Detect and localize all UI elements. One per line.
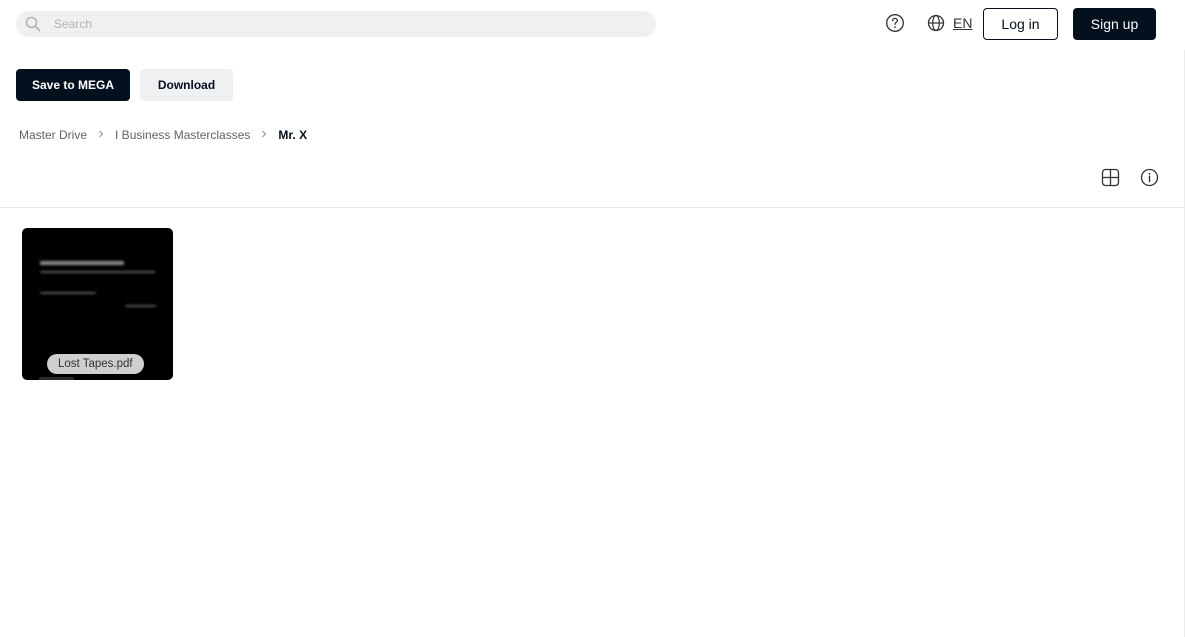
page: EN Log in Sign up Save to MEGA Download …	[0, 0, 1185, 637]
info-icon[interactable]	[1140, 168, 1159, 187]
language-code[interactable]: EN	[953, 15, 972, 31]
grid-view-icon[interactable]	[1101, 168, 1120, 187]
search-input[interactable]	[54, 11, 644, 37]
language-selector[interactable]: EN	[927, 13, 972, 33]
chevron-right-icon	[99, 130, 104, 138]
login-button[interactable]: Log in	[983, 8, 1058, 40]
globe-icon	[927, 14, 945, 32]
chevron-right-icon	[262, 130, 267, 138]
tile-shadow	[39, 377, 74, 380]
content-divider	[0, 207, 1184, 208]
search-bar[interactable]	[16, 11, 656, 37]
breadcrumb-item-master-drive[interactable]: Master Drive	[19, 128, 87, 142]
download-button[interactable]: Download	[140, 69, 233, 101]
signup-button[interactable]: Sign up	[1073, 8, 1156, 40]
search-icon	[25, 16, 41, 32]
help-icon[interactable]	[885, 13, 905, 33]
breadcrumb-item-business-masterclasses[interactable]: I Business Masterclasses	[115, 128, 250, 142]
breadcrumb-item-current: Mr. X	[278, 128, 308, 142]
save-to-mega-button[interactable]: Save to MEGA	[16, 69, 130, 101]
file-tile[interactable]: Lost Tapes.pdf	[22, 228, 173, 380]
breadcrumb: Master Drive I Business Masterclasses Mr…	[19, 127, 307, 143]
file-name-label: Lost Tapes.pdf	[47, 354, 144, 374]
